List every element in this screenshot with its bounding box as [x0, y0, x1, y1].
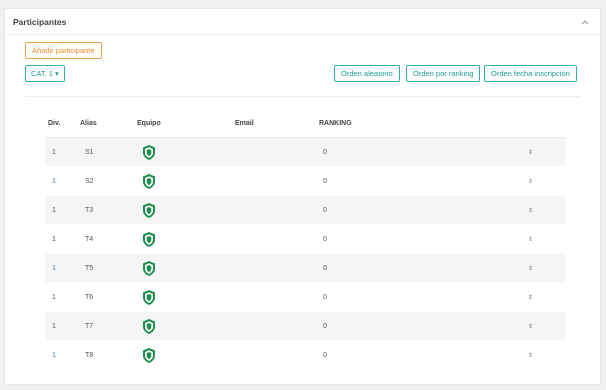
header-email: Email [235, 120, 254, 127]
table-row[interactable]: 1 T4 0 ⇕ [45, 225, 565, 254]
table-row[interactable]: 1 T5 0 ⇕ [45, 254, 565, 283]
shield-icon [143, 348, 155, 363]
header-team: Equipo [137, 120, 161, 127]
random-order-button[interactable]: Orden aleatorio [334, 65, 400, 82]
cell-div: 1 [52, 178, 56, 185]
cell-alias: S2 [85, 178, 94, 185]
signup-date-order-button[interactable]: Orden fecha inscripción [484, 65, 577, 82]
header-ranking: RANKING [319, 120, 352, 127]
cell-alias: T8 [85, 352, 94, 359]
cell-div: 1 [52, 352, 56, 359]
cell-div: 1 [52, 236, 56, 243]
shield-icon [143, 203, 155, 218]
shield-icon [143, 319, 155, 334]
table-row[interactable]: 1 S1 0 ⇕ [45, 138, 565, 167]
sort-handle-icon[interactable]: ⇕ [528, 295, 533, 301]
table-row[interactable]: 1 T3 0 ⇕ [45, 196, 565, 225]
cell-div: 1 [52, 323, 56, 330]
cell-alias: T6 [85, 294, 94, 301]
add-participant-button[interactable]: Añadir participante [25, 42, 102, 59]
table-header: Div. Alias Equipo Email RANKING [45, 109, 565, 138]
shield-icon [143, 261, 155, 276]
sort-handle-icon[interactable]: ⇕ [528, 179, 533, 185]
cell-ranking: 0 [323, 265, 327, 272]
sort-handle-icon[interactable]: ⇕ [528, 208, 533, 214]
divider [25, 96, 580, 97]
cell-alias: T5 [85, 265, 94, 272]
sort-handle-icon[interactable]: ⇕ [528, 324, 533, 330]
sort-handle-icon[interactable]: ⇕ [528, 353, 533, 359]
chevron-up-icon[interactable] [580, 18, 590, 26]
header-div: Div. [48, 120, 61, 127]
panel-header[interactable]: Participantes [5, 9, 600, 35]
participants-table: Div. Alias Equipo Email RANKING 1 S1 0 ⇕ 1 S2… [45, 109, 565, 370]
cell-ranking: 0 [323, 149, 327, 156]
sort-handle-icon[interactable]: ⇕ [528, 237, 533, 243]
shield-icon [143, 174, 155, 189]
cell-ranking: 0 [323, 207, 327, 214]
cell-alias: S1 [85, 149, 94, 156]
cell-div: 1 [52, 265, 56, 272]
shield-icon [143, 232, 155, 247]
cell-ranking: 0 [323, 236, 327, 243]
cell-ranking: 0 [323, 294, 327, 301]
cell-alias: T7 [85, 323, 94, 330]
shield-icon [143, 290, 155, 305]
shield-icon [143, 145, 155, 160]
cell-div: 1 [52, 207, 56, 214]
participants-panel: Participantes Añadir participante CAT. 1… [4, 8, 601, 385]
cell-div: 1 [52, 294, 56, 301]
cell-alias: T3 [85, 207, 94, 214]
cell-alias: T4 [85, 236, 94, 243]
cell-div: 1 [52, 149, 56, 156]
category-dropdown[interactable]: CAT. 1 ▾ [25, 65, 65, 82]
table-row[interactable]: 1 T8 0 ⇕ [45, 341, 565, 370]
cell-ranking: 0 [323, 323, 327, 330]
table-row[interactable]: 1 T7 0 ⇕ [45, 312, 565, 341]
table-row[interactable]: 1 T6 0 ⇕ [45, 283, 565, 312]
header-alias: Alias [80, 120, 97, 127]
sort-handle-icon[interactable]: ⇕ [528, 266, 533, 272]
ranking-order-button[interactable]: Orden por ranking [406, 65, 481, 82]
cell-ranking: 0 [323, 178, 327, 185]
sort-handle-icon[interactable]: ⇕ [528, 150, 533, 156]
panel-title: Participantes [13, 17, 67, 27]
cell-ranking: 0 [323, 352, 327, 359]
table-row[interactable]: 1 S2 0 ⇕ [45, 167, 565, 196]
table-body: 1 S1 0 ⇕ 1 S2 0 ⇕ 1 T3 0 ⇕ 1 T4 0 ⇕ 1 T5 0 ⇕ 1 T6 0 ⇕ 1 T7 0 ⇕ 1 T8 0 ⇕ [45, 138, 565, 370]
